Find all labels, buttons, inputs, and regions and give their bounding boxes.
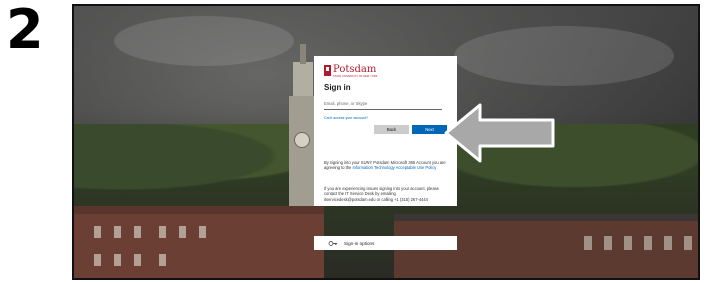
window (134, 226, 141, 238)
email-field[interactable] (324, 98, 442, 110)
back-button[interactable]: Back (374, 125, 409, 134)
campus-building-right (394, 221, 698, 278)
signin-options-label: Sign-in options (344, 240, 375, 246)
terms-text: By signing into your SUNY Potsdam Micros… (324, 160, 446, 171)
cant-access-link[interactable]: Can't access your account? (324, 116, 447, 120)
key-icon (328, 240, 337, 246)
window (159, 254, 166, 266)
clock-face (294, 132, 310, 148)
logo-name: Potsdam (333, 64, 377, 75)
step-number: 2 (6, 0, 44, 61)
window (199, 226, 206, 238)
signin-card: Potsdam State University of New York Sig… (314, 56, 457, 206)
window (94, 254, 101, 266)
cloud (114, 16, 294, 66)
window (114, 254, 121, 266)
window (684, 236, 692, 250)
cloud (454, 26, 674, 86)
screenshot-frame: Potsdam State University of New York Sig… (72, 4, 700, 280)
clock-tower (289, 44, 317, 206)
button-row: Back Next (324, 125, 447, 134)
window (644, 236, 652, 250)
potsdam-shield-icon (324, 65, 331, 76)
window (624, 236, 632, 250)
support-text: If you are experiencing issues signing i… (324, 186, 439, 202)
signin-options-button[interactable]: Sign-in options (314, 236, 457, 250)
annotation-arrow-icon (444, 103, 555, 163)
window (94, 226, 101, 238)
potsdam-logo: Potsdam State University of New York (324, 64, 447, 78)
window (604, 236, 612, 250)
next-button[interactable]: Next (412, 125, 447, 134)
acceptable-use-policy-link[interactable]: Information Technology Acceptable Use Po… (352, 165, 436, 170)
logo-tagline: State University of New York (333, 75, 378, 78)
window (584, 236, 592, 250)
window (134, 254, 141, 266)
signin-title: Sign in (324, 83, 351, 92)
window (664, 236, 672, 250)
window (114, 226, 121, 238)
campus-building-left (74, 206, 324, 278)
window (159, 226, 166, 238)
window (179, 226, 186, 238)
